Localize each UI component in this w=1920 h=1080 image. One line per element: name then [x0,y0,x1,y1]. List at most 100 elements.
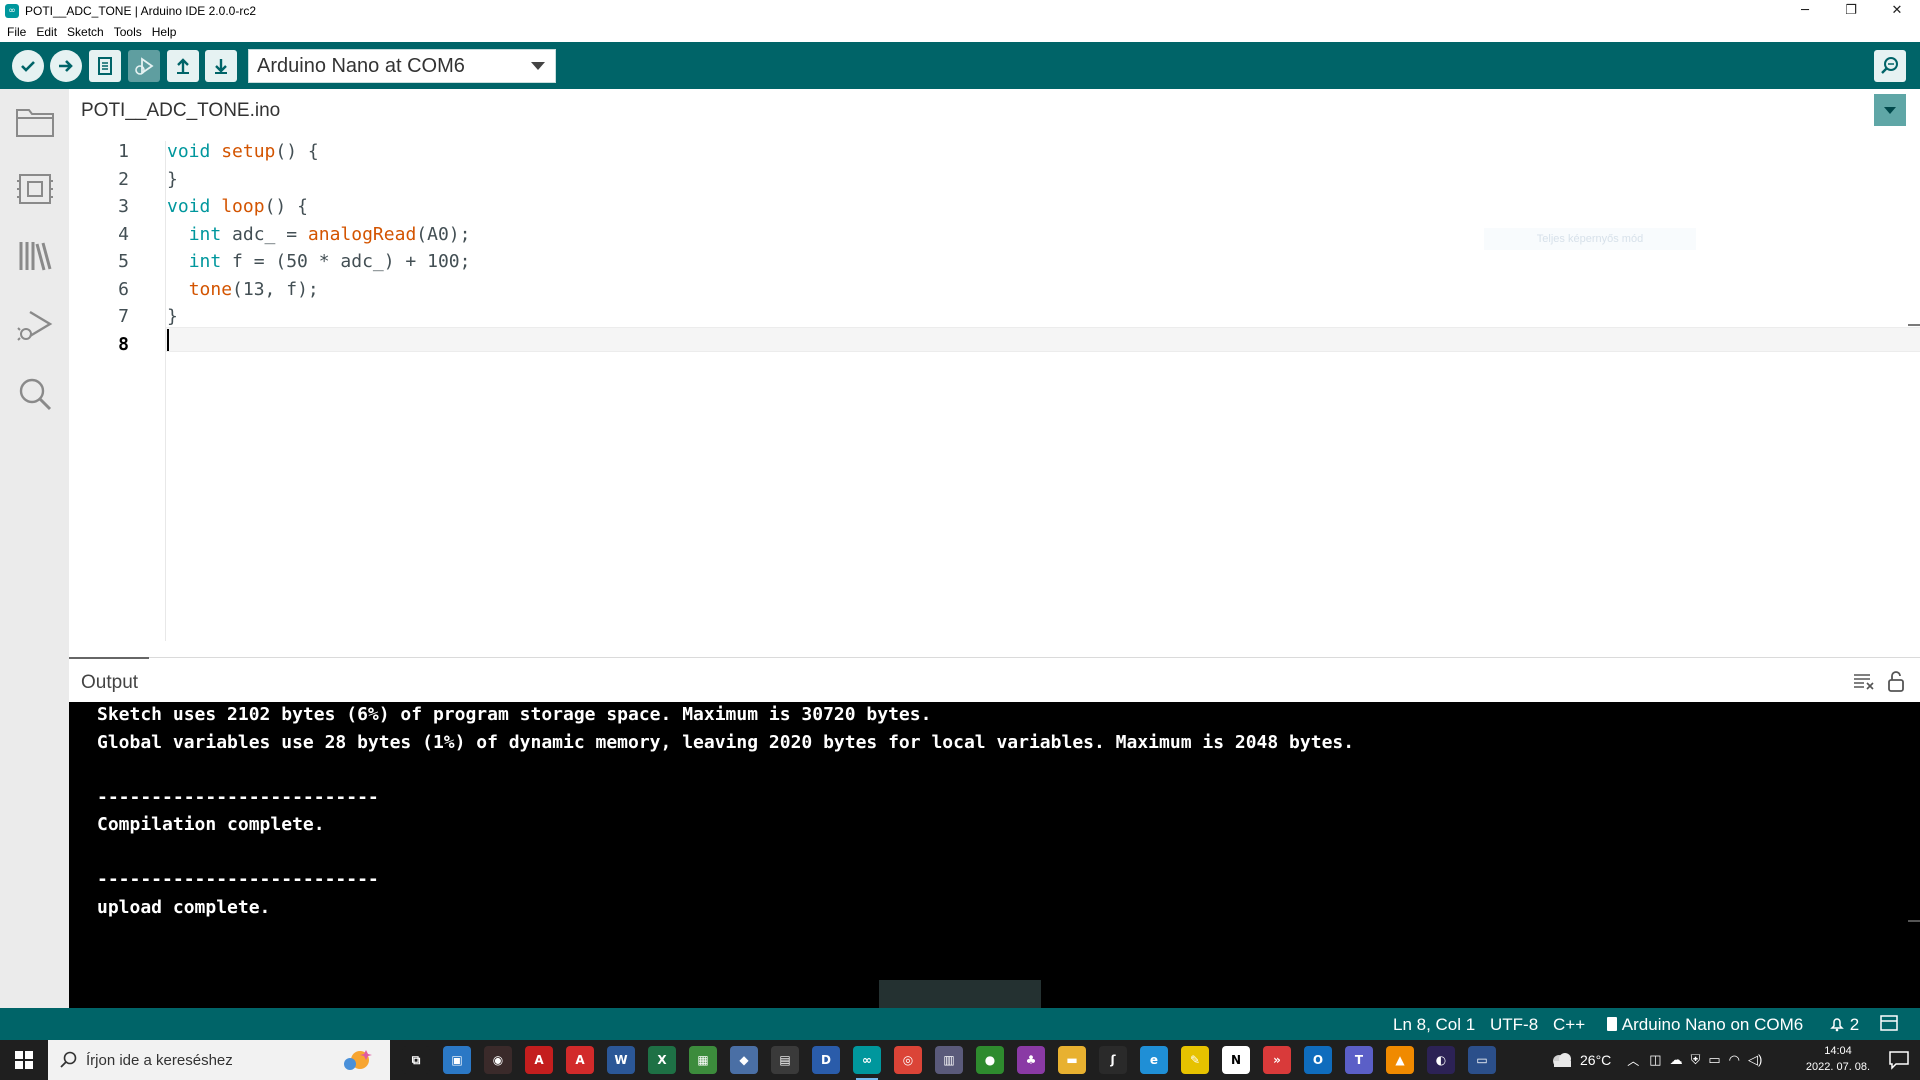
open-button[interactable] [167,50,199,82]
app-icon-2[interactable]: ◉ [484,1046,512,1074]
library-manager-button[interactable] [14,235,56,277]
menu-help[interactable]: Help [152,25,177,39]
word-icon[interactable]: W [607,1046,635,1074]
onedrive-icon[interactable]: ☁ [1670,1052,1683,1068]
clear-output-button[interactable] [1852,670,1876,692]
app-icon-4[interactable]: ◆ [730,1046,758,1074]
windows-taskbar: Írjon ide a kereséshez ⧉ ▣ ◉ A A W X ▦ ◆ ▤ D ∞ ◎ ▥ ● ♣ ▬… [0,1040,1920,1080]
menu-bar: File Edit Sketch Tools Help [0,21,1920,42]
close-button[interactable]: ✕ [1874,0,1920,21]
line-number: 5 [118,251,129,272]
boards-manager-button[interactable] [14,168,56,210]
output-line: -------------------------- [97,869,379,890]
autocad-icon[interactable]: A [566,1046,594,1074]
volume-icon[interactable]: ◁) [1748,1052,1762,1068]
notion-icon[interactable]: N [1222,1046,1250,1074]
language-indicator[interactable]: C++ [1553,1015,1585,1035]
arduino-icon[interactable]: ∞ [853,1046,881,1080]
notifications-status[interactable]: 2 [1829,1015,1859,1035]
taskbar-search[interactable]: Írjon ide a kereséshez [48,1040,390,1080]
app-icon-10[interactable]: » [1263,1046,1291,1074]
app-icon-1[interactable]: ▣ [443,1046,471,1074]
excel-icon[interactable]: X [648,1046,676,1074]
teams-icon[interactable]: T [1345,1046,1373,1074]
vlc-icon[interactable]: ▲ [1386,1046,1414,1074]
output-line: -------------------------- [97,786,379,808]
menu-file[interactable]: File [7,25,26,39]
clock-time: 14:04 [1824,1045,1852,1057]
upload-icon [59,60,73,72]
status-bar: Ln 8, Col 1 UTF-8 C++ Arduino Nano on CO… [0,1008,1920,1040]
app-icon-9[interactable]: ✎ [1181,1046,1209,1074]
tab-dropdown-button[interactable] [1874,94,1906,126]
security-icon[interactable]: ⛨ [1691,1052,1701,1068]
board-selector[interactable]: Arduino Nano at COM6 [248,49,556,83]
meet-now-icon[interactable]: ◫ [1649,1052,1661,1068]
app-icon-8[interactable]: ʃ [1099,1046,1127,1074]
board-selector-label: Arduino Nano at COM6 [257,54,465,77]
clear-output-icon [1854,674,1874,690]
app-icon-5[interactable]: ▥ [935,1046,963,1074]
start-button[interactable] [0,1040,48,1080]
save-button[interactable] [205,50,237,82]
sketchbook-button[interactable] [14,101,56,143]
line-number: 1 [118,141,129,162]
devcpp-icon[interactable]: D [812,1046,840,1074]
panel-layout-icon [1880,1015,1898,1031]
file-explorer-icon[interactable]: ▬ [1058,1046,1086,1074]
line-number: 6 [118,278,129,300]
weather-temperature[interactable]: 26°C [1580,1052,1611,1068]
app-icon-11[interactable]: ▭ [1468,1046,1496,1074]
taskbar-clock[interactable]: 14:04 2022. 07. 08. [1802,1043,1874,1075]
code-editor[interactable]: 1 2 3 4 5 6 7 8 void setup() {} void loop() { in… [69,129,1920,657]
chrome-icon[interactable]: ◎ [894,1046,922,1074]
menu-tools[interactable]: Tools [114,25,142,39]
text-cursor [167,329,169,351]
wifi-icon[interactable]: ◠ [1729,1052,1740,1068]
search-panel-button[interactable] [14,373,56,415]
debug-button[interactable] [128,50,160,82]
window-title: POTI__ADC_TONE | Arduino IDE 2.0.0-rc2 [25,3,256,18]
serial-monitor-icon [1881,57,1898,74]
app-icon-6[interactable]: ● [976,1046,1004,1074]
indent-guide [165,141,166,641]
serial-monitor-button[interactable] [1874,50,1906,82]
verify-button[interactable] [12,50,44,82]
board-status[interactable]: Arduino Nano on COM6 [1606,1015,1803,1035]
output-title: Output [81,672,139,693]
scrollbar-marker [1908,324,1920,326]
output-console[interactable]: Sketch uses 2102 bytes (6%) of program s… [69,702,1920,1008]
cursor-position[interactable]: Ln 8, Col 1 [1393,1015,1475,1035]
outlook-icon[interactable]: O [1304,1046,1332,1074]
app-icon-3[interactable]: ▦ [689,1046,717,1074]
title-bar: ∞ POTI__ADC_TONE | Arduino IDE 2.0.0-rc2… [0,0,1920,21]
debug-panel-button[interactable] [14,304,56,346]
task-view-icon[interactable]: ⧉ [402,1046,430,1074]
app-icon-7[interactable]: ♣ [1017,1046,1045,1074]
debug-icon [17,310,53,341]
verify-icon [21,61,35,72]
tab-poti-adc-tone[interactable]: POTI__ADC_TONE.ino [81,100,280,122]
output-line: Global variables use 28 bytes (1%) of dy… [97,731,1355,753]
menu-sketch[interactable]: Sketch [67,25,104,39]
minimize-button[interactable]: ─ [1782,0,1828,21]
encoding-indicator[interactable]: UTF-8 [1490,1015,1538,1035]
eclipse-icon[interactable]: ◐ [1427,1046,1455,1074]
acrobat-icon[interactable]: A [525,1046,553,1074]
clock-date: 2022. 07. 08. [1805,1061,1871,1073]
chevron-up-icon[interactable]: ︿ [1627,1052,1639,1069]
scroll-lock-button[interactable] [1884,670,1908,692]
fullscreen-tooltip: Teljes képernyős mód [1484,228,1696,250]
restore-button[interactable]: ❐ [1828,0,1874,21]
battery-icon[interactable]: ▭ [1708,1052,1720,1068]
edge-icon[interactable]: e [1140,1046,1168,1074]
output-panel-header: Output [69,657,1920,702]
line-number: 3 [118,196,129,217]
action-center-icon[interactable] [1888,1050,1910,1070]
upload-button[interactable] [50,50,82,82]
new-sketch-button[interactable] [89,50,121,82]
windows-logo-icon [15,1051,33,1069]
layout-toggle[interactable] [1880,1015,1898,1036]
calculator-icon[interactable]: ▤ [771,1046,799,1074]
menu-edit[interactable]: Edit [36,25,57,39]
